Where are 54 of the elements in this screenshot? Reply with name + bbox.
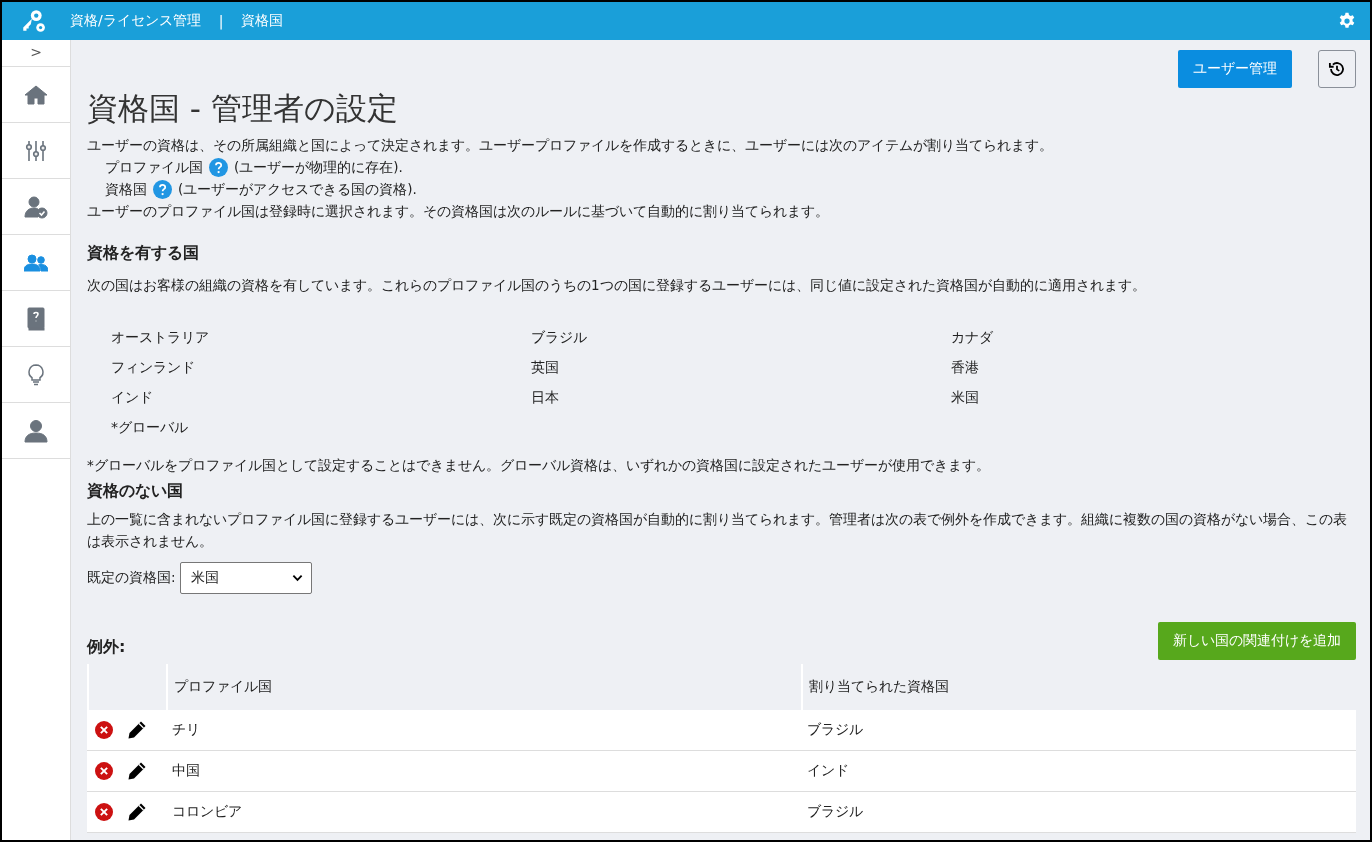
item-note: (ユーザーが物理的に存在). [234,158,403,177]
history-button[interactable] [1318,50,1356,88]
item-note: (ユーザーがアクセスできる国の資格). [178,180,417,199]
user-check-icon [24,194,48,219]
add-association-button[interactable]: 新しい国の関連付けを追加 [1158,622,1356,660]
edit-icon[interactable] [127,720,147,740]
user-icon [24,418,48,443]
user-management-button[interactable]: ユーザー管理 [1178,50,1292,88]
country-name: オーストラリア [111,328,210,347]
country-dropdown[interactable]: 米国 [179,562,312,594]
country-name: ブラジル [531,328,588,347]
footnote: *グローバルをプロファイル国として設定することはできません。グローバル資格は、いずれかの資格国に設定されたユーザーが使用できます。 [87,456,991,475]
intro-text: ユーザーのプロファイル国は登録時に選択されます。その資格国は次のルールに基づいて自動的に割り当てられます。 [87,202,830,221]
page-heading: 資格国 - 管理者の設定 [87,89,399,128]
sliders-icon [24,138,48,163]
expand-toggle[interactable]: > [2,40,70,67]
table-cell-text: インド [806,761,850,780]
country-name: フィンランド [111,358,196,377]
delete-icon[interactable] [95,721,113,739]
table-cell-text: チリ [171,720,201,739]
table-cell-text: ブラジル [806,802,864,821]
edit-icon[interactable] [127,761,147,781]
help-icon[interactable] [153,179,172,199]
table-cell-text: 中国 [171,761,201,780]
country-name: 英国 [531,358,560,377]
table-cell-text: コロンビア [171,802,243,821]
table-heading: 例外: [87,637,126,658]
country-name: カナダ [951,328,994,347]
page-title: 資格国 [241,12,284,30]
country-name: 米国 [951,388,980,407]
breadcrumb-separator: | [218,13,224,29]
country-name: インド [111,388,154,407]
item-label: 資格国 [105,180,147,199]
app-title[interactable]: 資格/ライセンス管理 [70,12,201,30]
settings-icon[interactable] [1338,12,1356,30]
country-name: 日本 [531,388,560,407]
section-heading: 資格を有する国 [87,242,200,264]
intro-text: ユーザーの資格は、その所属組織と国によって決定されます。ユーザープロファイルを作成するときに、ユーザーには次のアイテムが割り当てられます。 [87,136,1054,155]
caret-icon [291,574,303,582]
help-icon[interactable] [209,157,228,177]
table-cell-text: ブラジル [806,720,864,739]
section-description: 次の国はお客様の組織の資格を有しています。これらのプロファイル国のうちの1つの国に登録するユーザーには、同じ値に設定された資格国が自動的に適用されます。 [87,276,1147,295]
item-label: プロファイル国 [105,158,203,177]
delete-icon[interactable] [95,762,113,780]
country-name: *グローバル [111,418,189,437]
section-description: 上の一覧に含まれないプロファイル国に登録するユーザーには、次に示す既定の資格国が自動的に割り当てられます。管理者は次の表で例外を作成できます。組織に複数の国の資格がない場合、この表は表示されません。 [87,510,1348,551]
field-label: 既定の資格国: [87,569,176,587]
history-icon [1328,60,1346,78]
section-heading: 資格のない国 [87,480,184,502]
key-gear-icon [20,8,46,34]
delete-icon[interactable] [95,803,113,821]
edit-icon[interactable] [127,802,147,822]
help-book-icon [24,306,48,331]
country-name: 香港 [951,358,980,377]
